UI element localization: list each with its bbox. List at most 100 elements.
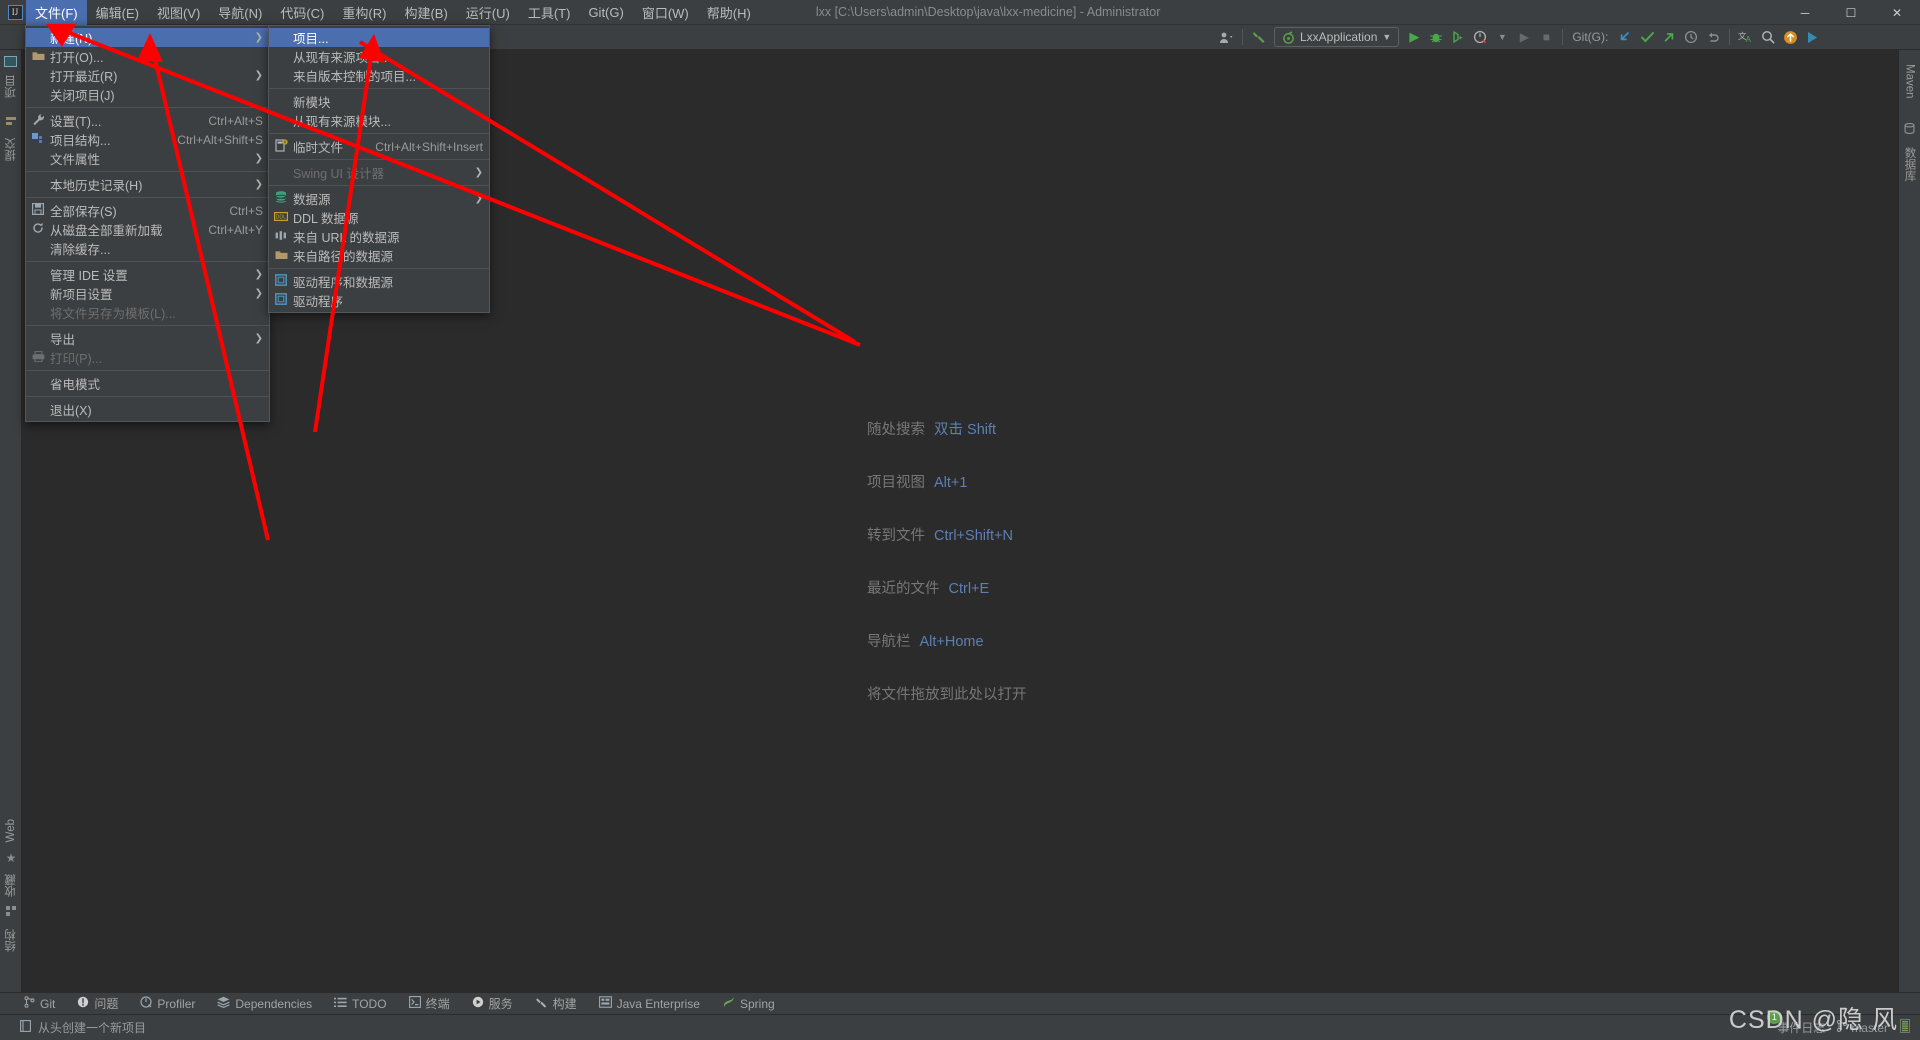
minimize-button[interactable]: ─: [1782, 0, 1828, 25]
new-submenu-item-4[interactable]: 新模块: [269, 92, 489, 111]
file-menu-separator: [26, 107, 269, 108]
menu-bar-item-5[interactable]: 重构(R): [333, 0, 395, 25]
toolwindow-tab-服务[interactable]: 服务: [472, 995, 513, 1012]
file-menu-separator: [26, 197, 269, 198]
rollback-icon[interactable]: [1702, 26, 1724, 48]
toolwindow-tab-构建[interactable]: 构建: [535, 995, 577, 1012]
sidebar-item-project[interactable]: 项目: [3, 69, 19, 104]
file-menu-item-16[interactable]: 新项目设置 ❯: [26, 284, 269, 303]
ide-feature-icon[interactable]: [1801, 26, 1823, 48]
run-icon[interactable]: ▶: [1403, 26, 1425, 48]
update-project-icon[interactable]: [1614, 26, 1636, 48]
new-submenu-item-14[interactable]: 来自路径的数据源: [269, 246, 489, 265]
file-menu-item-5[interactable]: 设置(T)... Ctrl+Alt+S: [26, 111, 269, 130]
menu-bar-item-8[interactable]: 工具(T): [519, 0, 580, 25]
toolwindow-tab-终端[interactable]: 终端: [408, 995, 450, 1012]
new-submenu-item-13[interactable]: 来自 URL 的数据源: [269, 227, 489, 246]
file-menu-item-12[interactable]: 从磁盘全部重新加载 Ctrl+Alt+Y: [26, 220, 269, 239]
toolwindow-tab-java-enterprise[interactable]: Java Enterprise: [598, 996, 700, 1011]
toolwindow-tab-git[interactable]: Git: [24, 996, 55, 1011]
sidebar-item-label: 提交: [4, 138, 17, 161]
toolwindow-tab-todo[interactable]: TODO: [334, 997, 387, 1011]
toolwindow-tab-dependencies[interactable]: Dependencies: [217, 996, 312, 1011]
file-menu-item-0[interactable]: 新建(N) ❯: [26, 28, 269, 47]
update-available-icon[interactable]: [1779, 26, 1801, 48]
new-submenu-item-12[interactable]: DDL DDL 数据源: [269, 208, 489, 227]
new-submenu-item-17[interactable]: 驱动程序: [269, 291, 489, 310]
new-submenu-item-16[interactable]: 驱动程序和数据源: [269, 272, 489, 291]
new-submenu-item-11[interactable]: 数据源 ❯: [269, 189, 489, 208]
toolwindow-tab-spring[interactable]: Spring: [722, 996, 775, 1011]
menu-bar-item-2[interactable]: 视图(V): [148, 0, 209, 25]
reload-icon: [26, 222, 50, 237]
file-menu-item-9[interactable]: 本地历史记录(H) ❯: [26, 175, 269, 194]
sidebar-item-maven[interactable]: Maven: [1904, 58, 1916, 105]
search-everywhere-icon[interactable]: [1757, 26, 1779, 48]
profile-icon[interactable]: [1469, 26, 1491, 48]
new-submenu-item-7[interactable]: 临时文件 Ctrl+Alt+Shift+Insert: [269, 137, 489, 156]
menu-item-label: 全部保存(S): [50, 205, 117, 219]
menu-bar-item-10[interactable]: 窗口(W): [633, 0, 698, 25]
file-menu-item-19[interactable]: 导出 ❯: [26, 329, 269, 348]
menu-bar-item-11[interactable]: 帮助(H): [698, 0, 760, 25]
commit-stripe-icon[interactable]: [5, 116, 17, 130]
menu-bar-item-4[interactable]: 代码(C): [271, 0, 333, 25]
file-menu-item-11[interactable]: 全部保存(S) Ctrl+S: [26, 201, 269, 220]
file-menu-item-6[interactable]: 项目结构... Ctrl+Alt+Shift+S: [26, 130, 269, 149]
menu-item-label: 数据源: [293, 193, 331, 207]
sidebar-item-label: 数据库: [1903, 146, 1916, 182]
project-icon[interactable]: [4, 56, 17, 67]
close-button[interactable]: ✕: [1874, 0, 1920, 25]
translate-icon[interactable]: 文A: [1735, 26, 1757, 48]
menu-bar-item-label: 帮助(H): [706, 5, 751, 21]
url-datasource-icon: [269, 230, 293, 244]
menu-bar-item-1[interactable]: 编辑(E): [87, 0, 148, 25]
menu-item-label: 来自版本控制的项目...: [293, 70, 416, 84]
file-menu-item-13[interactable]: 清除缓存...: [26, 239, 269, 258]
memory-indicator-icon[interactable]: [1900, 1019, 1910, 1036]
attach-icon[interactable]: ▼: [1491, 26, 1513, 48]
new-submenu-item-5[interactable]: 从现有来源模块...: [269, 111, 489, 130]
commit-icon[interactable]: [1636, 26, 1658, 48]
menu-bar-item-9[interactable]: Git(G): [579, 0, 632, 25]
file-menu-item-7[interactable]: 文件属性 ❯: [26, 149, 269, 168]
sidebar-item-favorites[interactable]: 收藏: [3, 868, 19, 903]
database-stripe-icon[interactable]: [1904, 122, 1915, 137]
new-submenu-item-2[interactable]: 来自版本控制的项目...: [269, 66, 489, 85]
new-submenu-item-0[interactable]: 项目...: [269, 28, 489, 47]
file-menu-item-3[interactable]: 关闭项目(J): [26, 85, 269, 104]
sidebar-item-database[interactable]: 数据库: [1902, 141, 1918, 188]
menu-item-label: 新建(N): [50, 32, 93, 46]
file-menu-item-15[interactable]: 管理 IDE 设置 ❯: [26, 265, 269, 284]
build-hammer-icon[interactable]: [1248, 26, 1270, 48]
menu-bar-item-6[interactable]: 构建(B): [395, 0, 456, 25]
menu-bar-item-3[interactable]: 导航(N): [209, 0, 271, 25]
run-coverage-icon[interactable]: [1447, 26, 1469, 48]
file-menu-item-1[interactable]: 打开(O)...: [26, 47, 269, 66]
new-submenu-item-1[interactable]: 从现有来源项目...: [269, 47, 489, 66]
file-menu-item-22[interactable]: 省电模式: [26, 374, 269, 393]
sidebar-item-structure[interactable]: 结构: [3, 923, 19, 958]
menu-item-label: Swing UI 设计器: [293, 167, 384, 181]
push-icon[interactable]: [1658, 26, 1680, 48]
file-menu-item-24[interactable]: 退出(X): [26, 400, 269, 419]
file-menu-item-2[interactable]: 打开最近(R) ❯: [26, 66, 269, 85]
run-configuration-selector[interactable]: LxxApplication ▼: [1274, 27, 1400, 47]
chevron-right-icon: ❯: [254, 70, 263, 81]
user-avatar-icon[interactable]: [1215, 26, 1237, 48]
maximize-button[interactable]: ☐: [1828, 0, 1874, 25]
sidebar-item-label: Web: [5, 818, 17, 842]
file-menu-popup: 新建(N) ❯ 打开(O)... 打开最近(R) ❯ 关闭项目(J) 设置(T)... Ctr…: [25, 25, 270, 422]
sidebar-item-commit[interactable]: 提交: [3, 132, 19, 167]
favorites-star-icon[interactable]: ★: [6, 851, 17, 865]
menu-bar-item-0[interactable]: 文件(F): [26, 0, 87, 25]
structure-stripe-icon[interactable]: [5, 906, 17, 920]
history-icon[interactable]: [1680, 26, 1702, 48]
menu-bar-item-7[interactable]: 运行(U): [457, 0, 519, 25]
toolwindow-tab-问题[interactable]: 问题: [77, 995, 118, 1012]
toolwindow-tab-profiler[interactable]: Profiler: [140, 996, 195, 1011]
sidebar-item-web[interactable]: Web: [5, 813, 17, 848]
project-structure-icon: [26, 132, 50, 147]
debug-icon[interactable]: [1425, 26, 1447, 48]
toolwindow-tab-label: 问题: [94, 997, 119, 1011]
